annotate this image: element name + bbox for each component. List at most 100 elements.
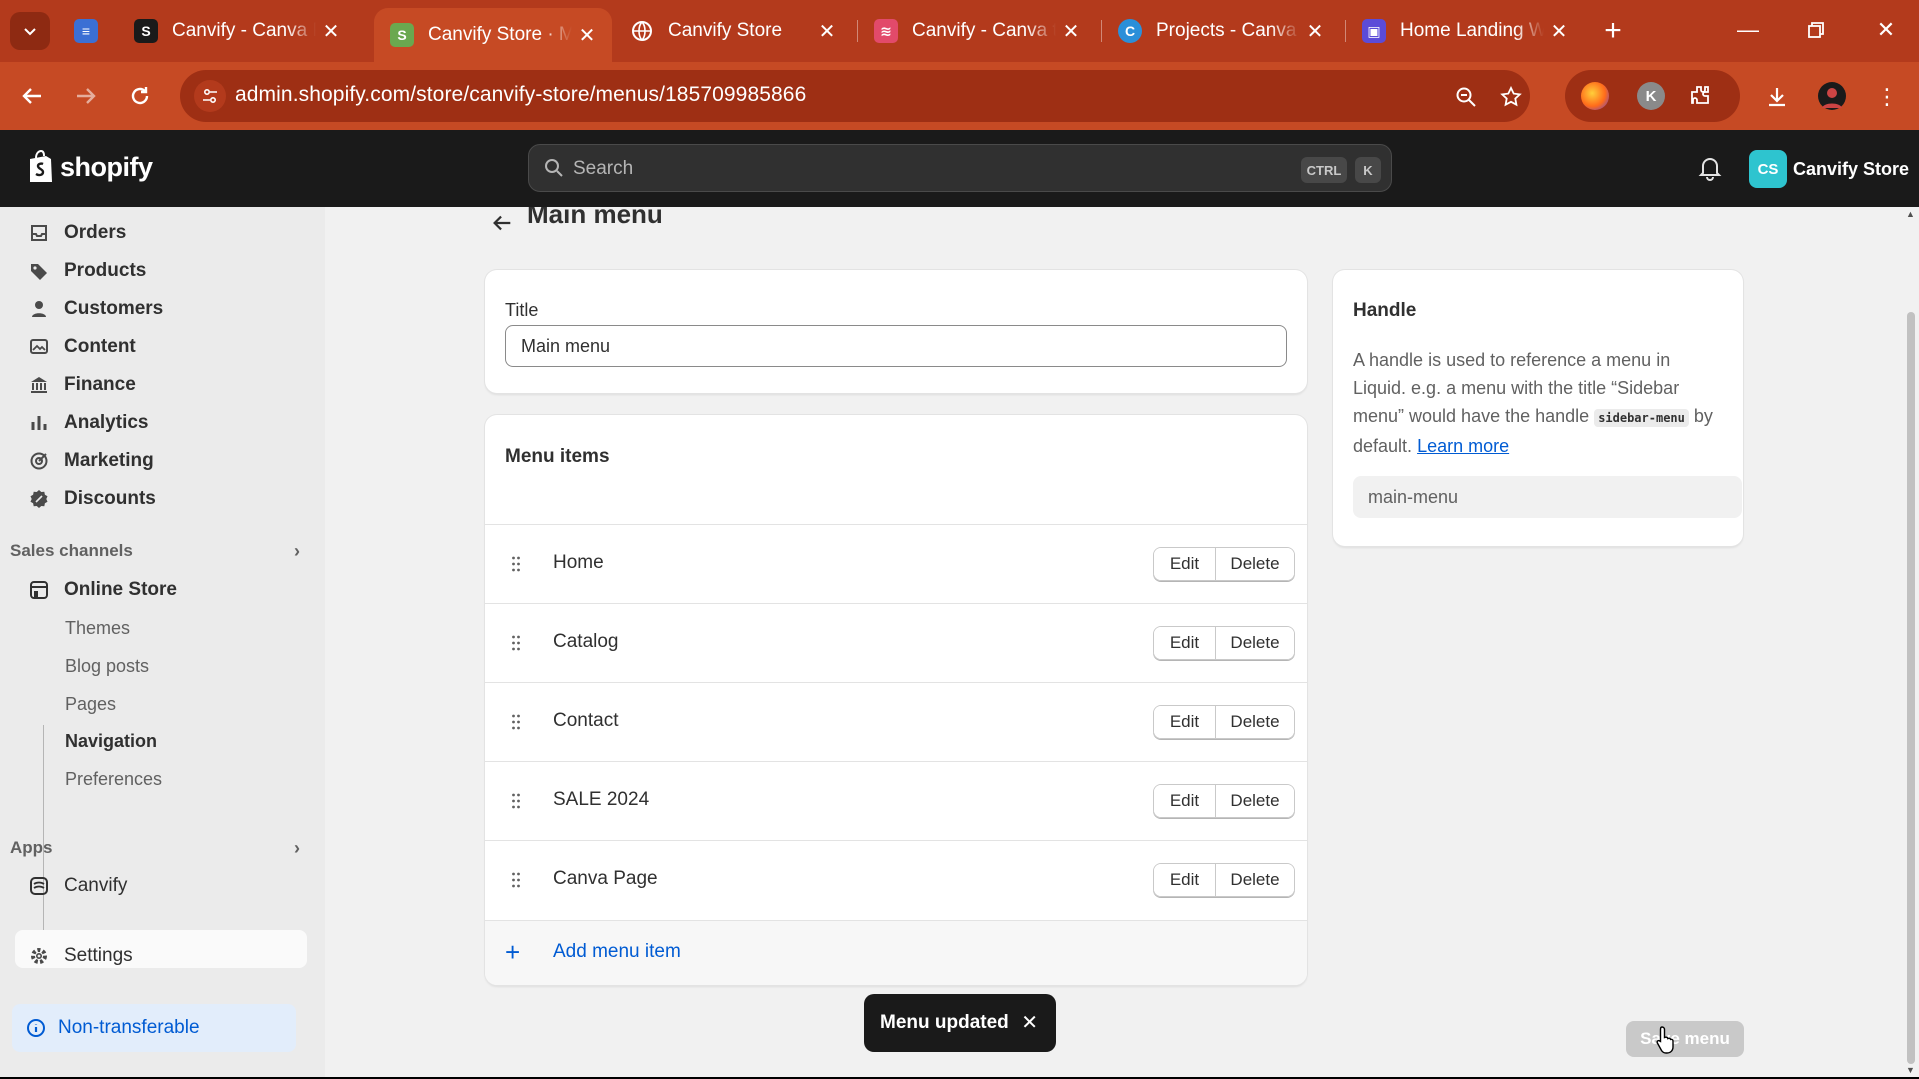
close-icon[interactable]: ✕: [316, 19, 346, 44]
close-icon[interactable]: ✕: [572, 23, 602, 48]
add-menu-item-button[interactable]: + Add menu item: [485, 920, 1307, 985]
save-menu-button[interactable]: Save menu: [1626, 1021, 1744, 1057]
tab-4[interactable]: ≋ Canvify - Canva t ✕: [858, 12, 1096, 50]
edit-button[interactable]: Edit: [1154, 548, 1216, 580]
sidebar-item-canvify[interactable]: Canvify: [28, 869, 127, 903]
drag-handle-icon[interactable]: [511, 871, 521, 889]
shopify-icon: S: [390, 23, 414, 47]
sidebar-item-content[interactable]: Content: [28, 330, 136, 364]
sidebar-sub-preferences[interactable]: Preferences: [65, 762, 162, 796]
delete-button[interactable]: Delete: [1216, 627, 1294, 659]
edit-button[interactable]: Edit: [1154, 706, 1216, 738]
pinned-tab[interactable]: ≡: [62, 12, 102, 50]
edit-button[interactable]: Edit: [1154, 627, 1216, 659]
sidebar-item-online-store[interactable]: Online Store: [28, 573, 177, 607]
sidebar-item-settings[interactable]: Settings: [28, 939, 133, 973]
puzzle-icon[interactable]: [1687, 82, 1715, 110]
arrow-left-icon: [22, 88, 41, 104]
delete-button[interactable]: Delete: [1216, 785, 1294, 817]
edit-button[interactable]: Edit: [1154, 864, 1216, 896]
extensions-group: K: [1565, 70, 1740, 122]
sidebar-item-finance[interactable]: Finance: [28, 368, 136, 402]
page-title: Main menu: [527, 207, 663, 229]
orders-icon: [28, 222, 50, 244]
sidebar-item-label: Discounts: [64, 488, 156, 509]
handle-description: A handle is used to reference a menu in …: [1353, 346, 1728, 460]
sidebar-item-products[interactable]: Products: [28, 254, 146, 288]
delete-button[interactable]: Delete: [1216, 548, 1294, 580]
close-icon[interactable]: ✕: [1056, 19, 1086, 44]
learn-more-link[interactable]: Learn more: [1417, 436, 1509, 456]
scroll-up-icon[interactable]: ▲: [1906, 209, 1915, 219]
sidebar-item-analytics[interactable]: Analytics: [28, 406, 148, 440]
close-icon[interactable]: ✕: [812, 19, 842, 44]
profile-avatar-icon[interactable]: [1818, 82, 1846, 110]
drag-handle-icon[interactable]: [511, 713, 521, 731]
shopify-topbar: shopify Search CTRL K CS Canvify Store: [0, 130, 1919, 207]
page-scrollbar[interactable]: ▲ ▼: [1903, 207, 1919, 1079]
close-icon[interactable]: ✕: [1544, 19, 1574, 44]
new-tab-button[interactable]: +: [1596, 14, 1630, 48]
sidebar-sub-navigation[interactable]: Navigation: [65, 724, 157, 758]
shopify-logo[interactable]: shopify: [26, 150, 153, 184]
store-icon: [28, 579, 50, 601]
person-icon: [28, 298, 50, 320]
apps-header[interactable]: Apps ›: [10, 833, 300, 863]
sidebar-item-discounts[interactable]: Discounts: [28, 482, 156, 516]
tab-2-active[interactable]: S Canvify Store · M ✕: [374, 8, 612, 62]
scroll-down-icon[interactable]: ▼: [1906, 1065, 1915, 1075]
bell-icon[interactable]: [1696, 154, 1724, 182]
site-info-icon[interactable]: [194, 80, 226, 112]
discount-icon: [28, 488, 50, 510]
admin-search-input[interactable]: Search CTRL K: [528, 144, 1392, 192]
sidebar-item-label: Orders: [64, 222, 127, 243]
tab-title: Canvify - Canva t: [912, 20, 1056, 41]
tab-1[interactable]: S Canvify - Canva P ✕: [118, 12, 356, 50]
store-switcher[interactable]: CS Canvify Store: [1749, 150, 1909, 188]
close-icon[interactable]: ✕: [1300, 19, 1330, 44]
sidebar-sub-pages[interactable]: Pages: [65, 687, 116, 721]
tab-6[interactable]: ▣ Home Landing W ✕: [1346, 12, 1584, 50]
sales-channels-header[interactable]: Sales channels ›: [10, 536, 300, 566]
tab-search-button[interactable]: [10, 12, 50, 50]
sidebar-sub-blog-posts[interactable]: Blog posts: [65, 649, 149, 683]
non-transferable-banner[interactable]: Non-transferable: [12, 1004, 296, 1052]
drag-handle-icon[interactable]: [511, 634, 521, 652]
sidebar-item-orders[interactable]: Orders: [28, 216, 126, 250]
reload-button[interactable]: [120, 76, 160, 116]
sidebar-item-customers[interactable]: Customers: [28, 292, 163, 326]
tab-5[interactable]: C Projects - Canva ✕: [1102, 12, 1340, 50]
download-icon[interactable]: [1762, 82, 1792, 112]
zoom-icon[interactable]: [1451, 82, 1481, 112]
target-icon: [28, 450, 50, 472]
handle-input[interactable]: main-menu: [1353, 476, 1742, 518]
back-arrow-icon[interactable]: [490, 211, 514, 235]
drag-handle-icon[interactable]: [511, 792, 521, 810]
address-bar[interactable]: admin.shopify.com/store/canvify-store/me…: [180, 70, 1530, 122]
delete-button[interactable]: Delete: [1216, 864, 1294, 896]
close-window-button[interactable]: ✕: [1858, 12, 1914, 48]
edit-button[interactable]: Edit: [1154, 785, 1216, 817]
title-input[interactable]: Main menu: [505, 325, 1287, 367]
forward-button[interactable]: [66, 76, 106, 116]
canvify-icon: ≋: [874, 19, 898, 43]
back-button[interactable]: [12, 76, 52, 116]
toast-notification: Menu updated ✕: [864, 994, 1056, 1052]
close-icon[interactable]: ✕: [1021, 1010, 1038, 1035]
sidebar-item-marketing[interactable]: Marketing: [28, 444, 154, 478]
reload-icon: [131, 87, 149, 105]
delete-button[interactable]: Delete: [1216, 706, 1294, 738]
tab-3[interactable]: Canvify Store ✕: [614, 12, 852, 50]
menu-item-row: Contact Edit Delete: [485, 682, 1307, 761]
kebab-menu-icon[interactable]: ⋮: [1872, 82, 1902, 112]
drag-handle-icon[interactable]: [511, 555, 521, 573]
chevron-right-icon: ›: [294, 540, 300, 561]
sidebar: Orders Products Customers Content Financ…: [0, 207, 325, 1079]
scroll-thumb[interactable]: [1907, 312, 1915, 1064]
extension-firefox-icon[interactable]: [1581, 82, 1609, 110]
sidebar-sub-themes[interactable]: Themes: [65, 611, 130, 645]
profile-k-icon[interactable]: K: [1637, 82, 1665, 110]
restore-button[interactable]: [1788, 12, 1844, 48]
minimize-button[interactable]: —: [1720, 12, 1776, 48]
bookmark-star-icon[interactable]: [1496, 82, 1526, 112]
